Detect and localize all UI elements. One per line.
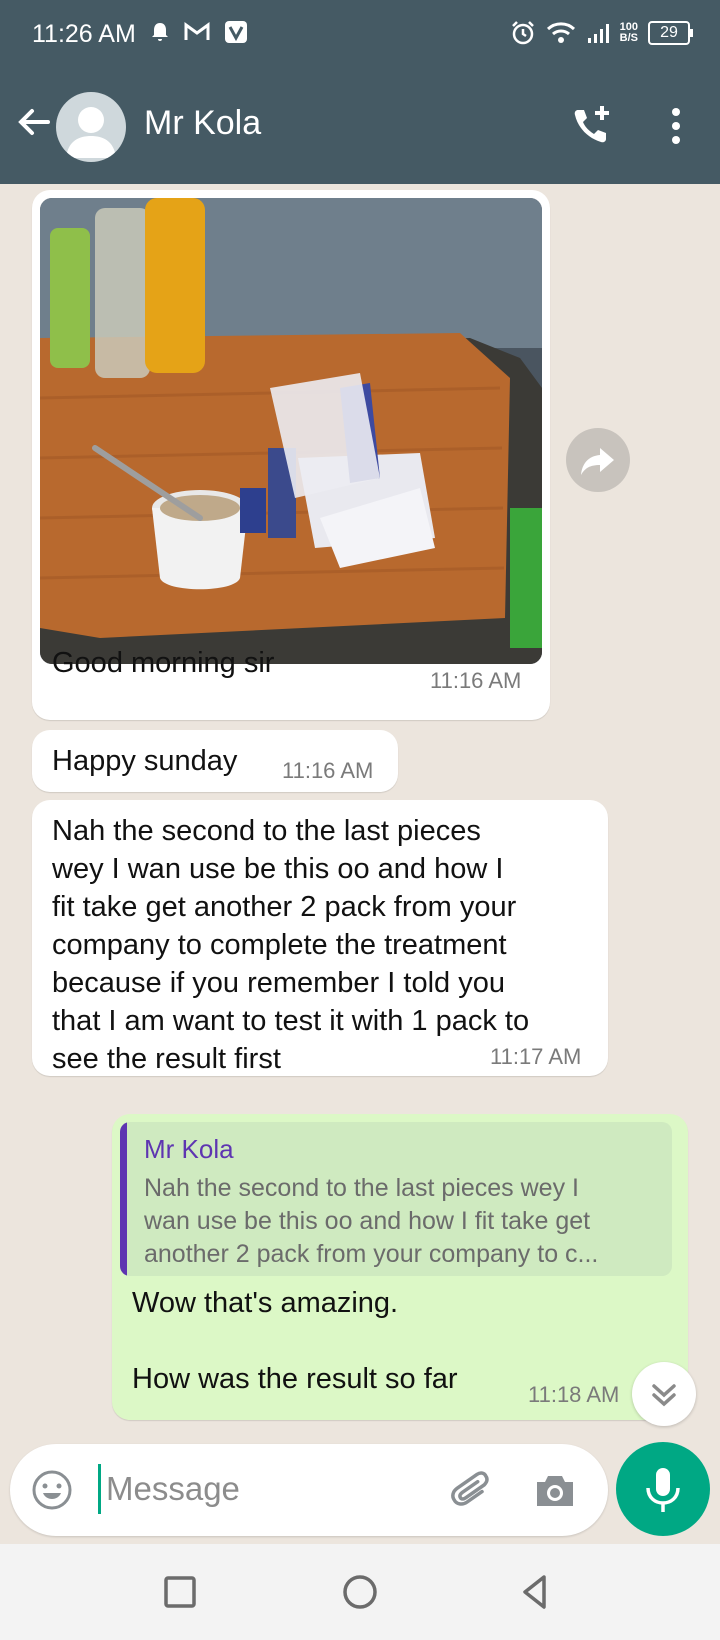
chat-area[interactable]: Good morning sir 11:16 AM Happy sunday 1… [0, 184, 720, 1444]
more-vert-icon[interactable] [660, 102, 692, 150]
emoji-icon[interactable] [30, 1468, 74, 1512]
status-time: 11:26 AM [32, 20, 136, 48]
system-nav-bar [0, 1544, 720, 1640]
bell-icon [152, 23, 168, 41]
quote-line: Nah the second to the last pieces wey I [144, 1174, 579, 1202]
forward-button[interactable] [566, 428, 630, 492]
text-message[interactable]: Nah the second to the last pieces wey I … [32, 800, 608, 1076]
message-line: that I am want to test it with 1 pack to [52, 1005, 530, 1037]
text-cursor [98, 1464, 101, 1514]
signal-icon [587, 24, 609, 43]
scroll-to-bottom-button[interactable] [632, 1362, 696, 1426]
message-line: fit take get another 2 pack from your [52, 891, 517, 923]
chat-header: Mr Kola [0, 72, 720, 184]
message-line: How was the result so far [132, 1363, 458, 1395]
recent-apps-icon[interactable] [158, 1570, 202, 1614]
message-time: 11:17 AM [490, 1044, 582, 1069]
mic-icon [646, 1468, 680, 1512]
wifi-icon [546, 22, 575, 43]
home-icon[interactable] [338, 1570, 382, 1614]
attach-icon[interactable] [450, 1468, 496, 1514]
v-app-icon [225, 21, 247, 43]
contact-name[interactable]: Mr Kola [144, 104, 261, 143]
message-time: 11:16 AM [430, 668, 522, 693]
back-nav-icon[interactable] [514, 1570, 558, 1614]
gmail-icon [184, 22, 210, 40]
image-caption: Good morning sir [52, 647, 275, 679]
message-time: 11:18 AM [528, 1382, 620, 1407]
avatar[interactable] [56, 92, 126, 162]
back-arrow-icon[interactable] [14, 102, 54, 142]
quote-text: Nah the second to the last pieces wey I … [144, 1172, 654, 1271]
message-time: 11:16 AM [282, 758, 374, 783]
quote-line: another 2 pack from your company to c... [144, 1240, 599, 1268]
battery-icon: 29 [648, 21, 693, 45]
mic-button[interactable] [616, 1442, 710, 1536]
quote-bar [120, 1122, 127, 1276]
add-call-icon[interactable] [568, 102, 616, 150]
message-text: Happy sunday [52, 745, 238, 777]
alarm-icon [511, 21, 534, 45]
message-text: Nah the second to the last pieces wey I … [52, 812, 598, 1078]
chevron-double-down-icon [652, 1384, 676, 1407]
message-line: wey I wan use be this oo and how I [52, 853, 504, 885]
image-message[interactable]: Good morning sir 11:16 AM [32, 190, 550, 720]
message-line: because if you remember I told you [52, 967, 505, 999]
message-line: Nah the second to the last pieces [52, 815, 481, 847]
net-speed: 100 B/S [619, 21, 638, 44]
message-input[interactable] [106, 1464, 406, 1514]
outgoing-message[interactable]: Mr Kola Nah the second to the last piece… [112, 1114, 688, 1420]
forward-icon [581, 448, 614, 475]
message-composer [10, 1444, 608, 1536]
quote-line: wan use be this oo and how I fit take ge… [144, 1207, 591, 1235]
message-line: company to complete the treatment [52, 929, 507, 961]
message-photo[interactable] [40, 198, 542, 664]
text-message[interactable]: Happy sunday 11:16 AM [32, 730, 398, 792]
status-bar: 11:26 AM 100 B/S 29 [0, 0, 720, 72]
quoted-message[interactable]: Mr Kola Nah the second to the last piece… [120, 1122, 672, 1276]
message-line: Wow that's amazing. [132, 1287, 399, 1319]
camera-icon[interactable] [532, 1468, 578, 1514]
quote-author: Mr Kola [144, 1134, 234, 1164]
